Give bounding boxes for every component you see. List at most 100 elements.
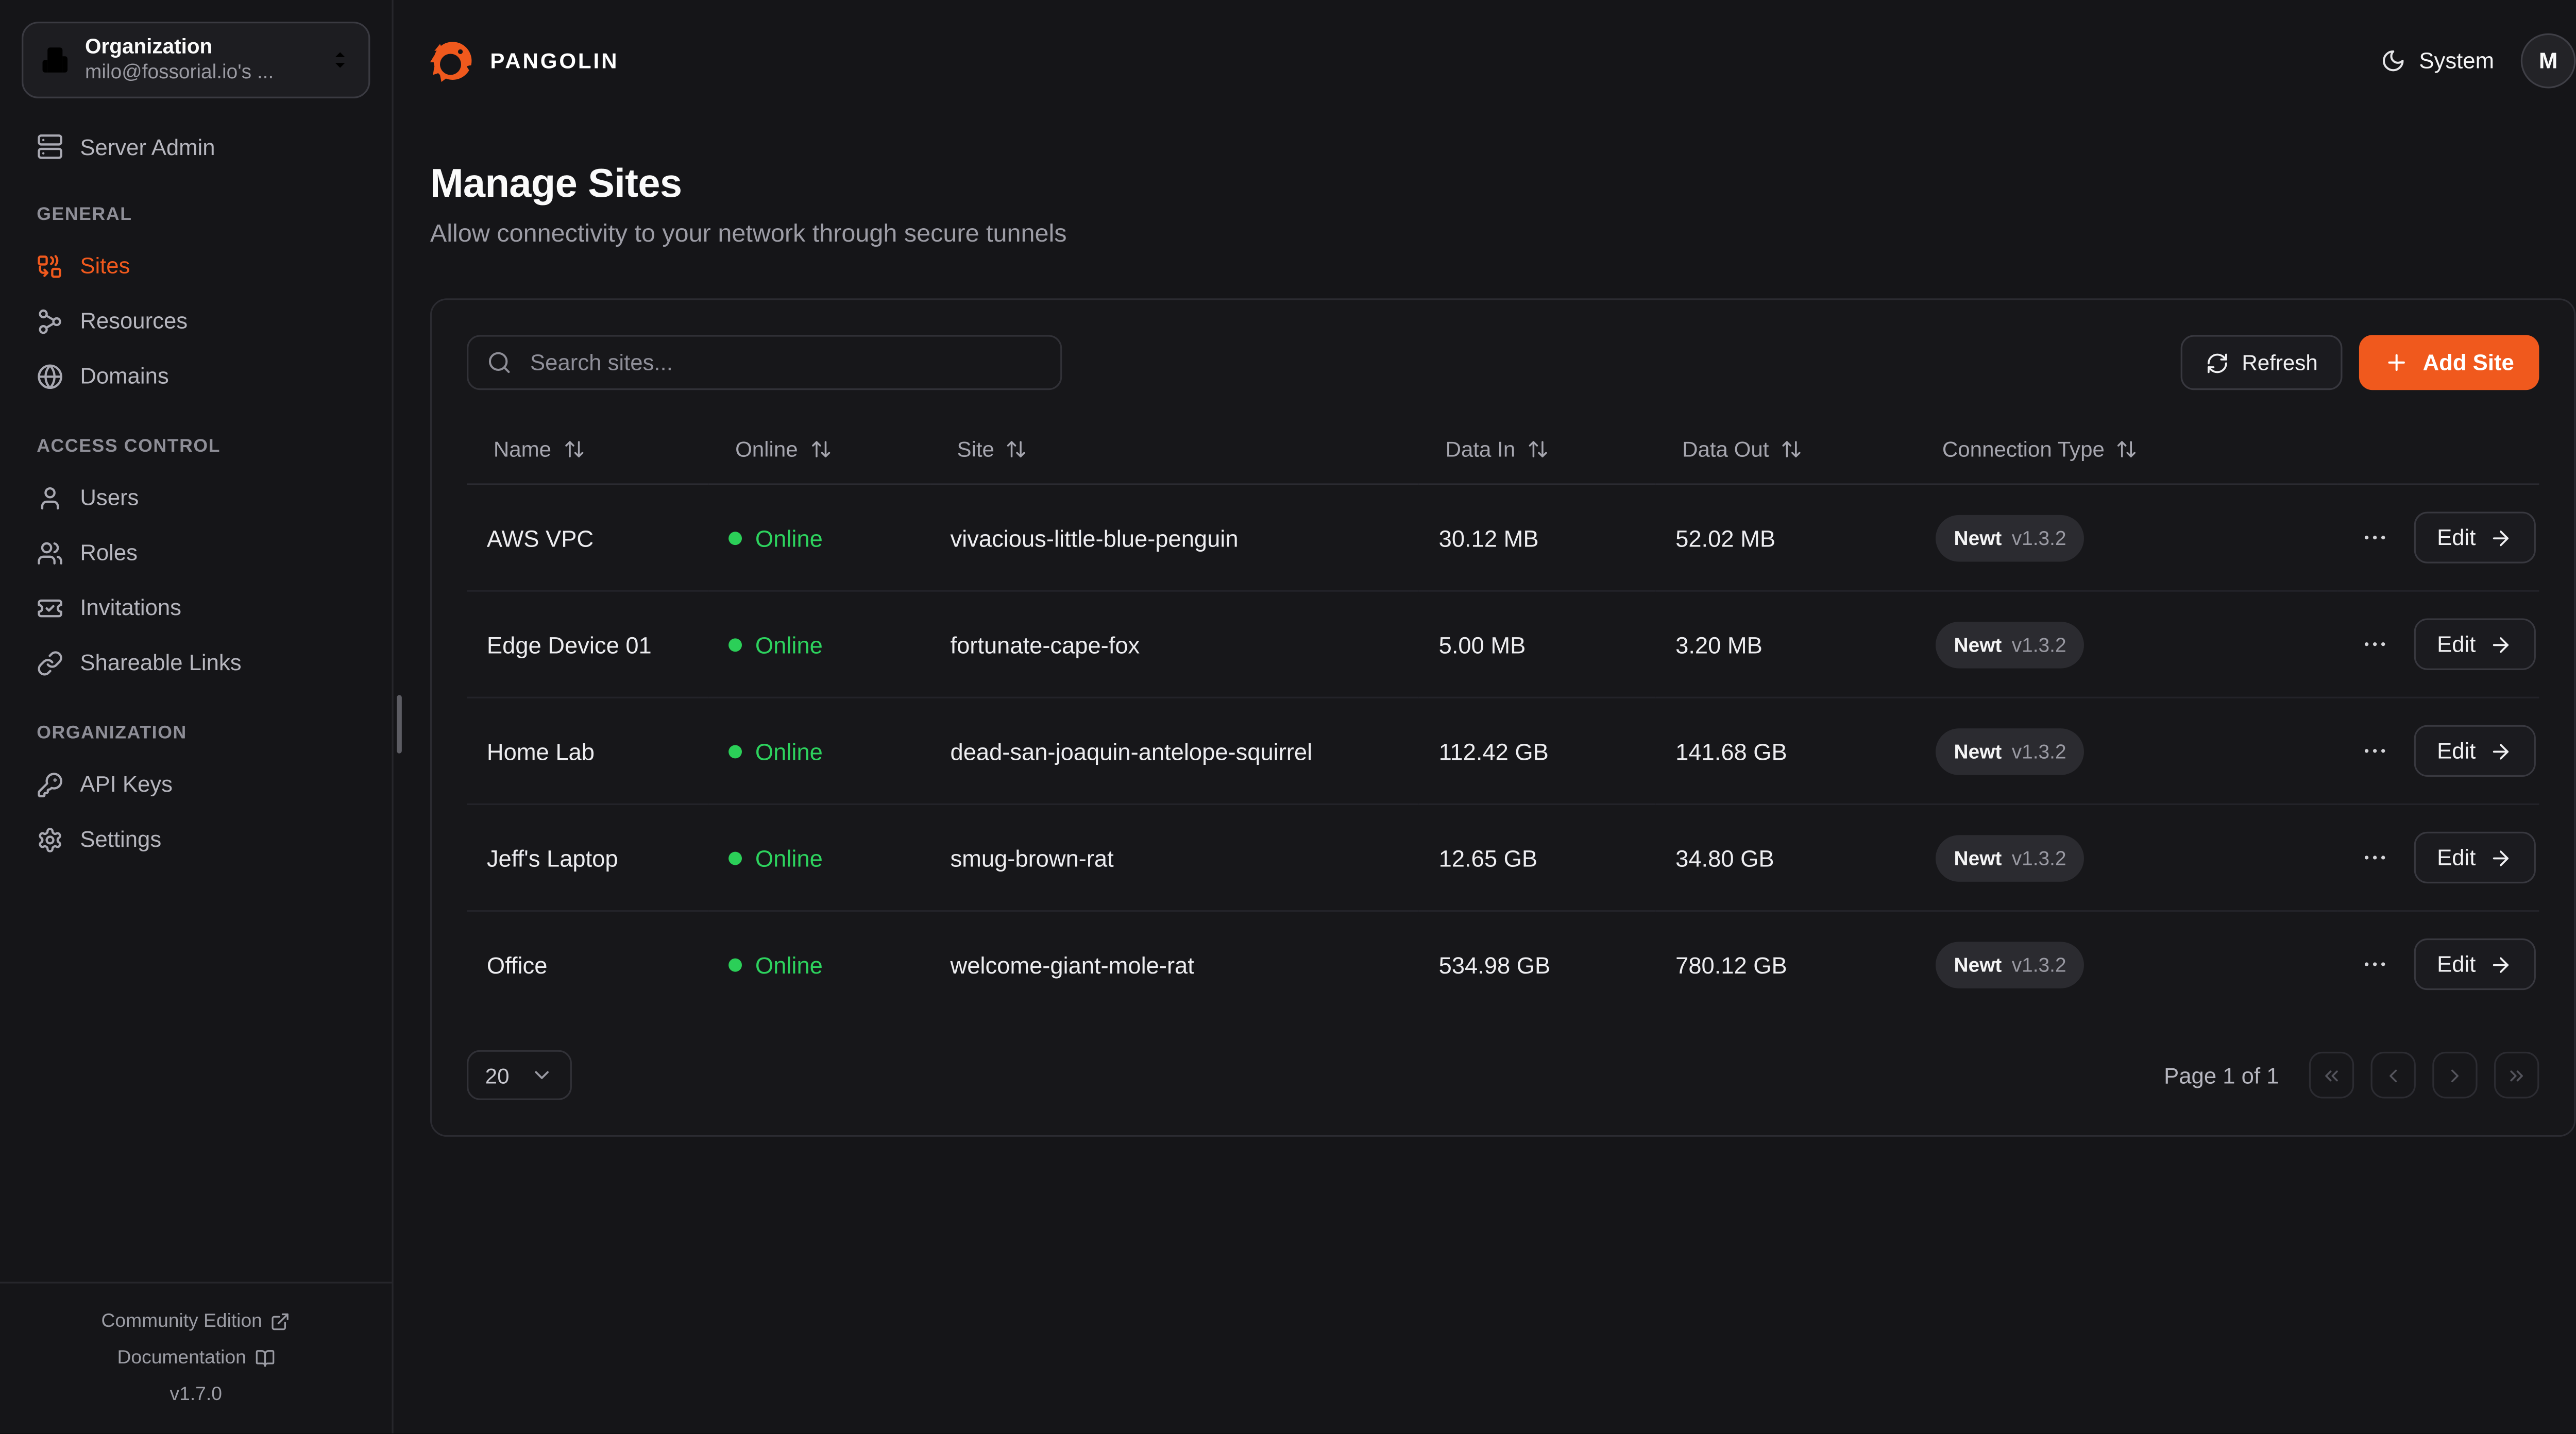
column-label: Name	[494, 437, 551, 462]
sidebar-item-users[interactable]: Users	[22, 470, 370, 525]
org-switcher-texts: Organization milo@fossorial.io's ...	[85, 35, 274, 85]
last-page-button[interactable]	[2494, 1052, 2539, 1099]
scrollbar-thumb[interactable]	[397, 695, 402, 753]
next-page-button[interactable]	[2432, 1052, 2477, 1099]
share-icon	[37, 308, 63, 334]
connection-version: v1.3.2	[2012, 841, 2066, 875]
first-page-button[interactable]	[2309, 1052, 2354, 1099]
connection-type-badge: Newtv1.3.2	[1936, 514, 2084, 561]
sidebar-item-sites[interactable]: Sites	[22, 238, 370, 294]
table-row: Jeff's Laptop Online smug-brown-rat 12.6…	[467, 804, 2539, 911]
external-link-icon	[270, 1312, 291, 1333]
edit-button[interactable]: Edit	[2414, 619, 2536, 670]
table-header-row: Name Online Site Data In Data Out Connec…	[467, 420, 2539, 484]
arrow-right-icon	[2489, 952, 2512, 976]
sidebar-item-server-admin[interactable]: Server Admin	[22, 122, 370, 172]
cell-name: Office	[467, 911, 708, 1016]
sidebar-item-shareable-links[interactable]: Shareable Links	[22, 635, 370, 690]
page-subtitle: Allow connectivity to your network throu…	[430, 220, 2576, 248]
cell-site: dead-san-joaquin-antelope-squirrel	[930, 697, 1419, 804]
brand-logo-link[interactable]: PANGOLIN	[430, 38, 619, 83]
documentation-link[interactable]: Documentation	[0, 1341, 392, 1377]
page-title: Manage Sites	[430, 162, 2576, 209]
key-icon	[37, 771, 63, 798]
online-dot-icon	[728, 638, 742, 651]
column-header-data-out[interactable]: Data Out	[1682, 437, 1916, 462]
column-header-data-in[interactable]: Data In	[1446, 437, 1656, 462]
org-switcher[interactable]: Organization milo@fossorial.io's ...	[22, 22, 370, 98]
add-site-label: Add Site	[2423, 350, 2514, 375]
sidebar-section-general: GENERAL Sites Resources Domains	[22, 205, 370, 403]
sidebar-item-invitations[interactable]: Invitations	[22, 580, 370, 635]
sidebar-footer: Community Edition Documentation v1.7.0	[0, 1283, 392, 1434]
column-header-actions	[2337, 420, 2539, 484]
edit-button[interactable]: Edit	[2414, 832, 2536, 883]
user-icon	[37, 484, 63, 511]
search-icon	[487, 350, 512, 375]
community-edition-link[interactable]: Community Edition	[0, 1304, 392, 1341]
chevrons-left-icon	[2320, 1064, 2342, 1086]
column-label: Site	[957, 437, 994, 462]
column-header-online[interactable]: Online	[735, 437, 930, 462]
topbar-right: System M	[2381, 33, 2576, 89]
sidebar-item-label: Users	[80, 485, 139, 510]
connection-name: Newt	[1954, 627, 2002, 661]
row-menu-button[interactable]	[2360, 950, 2388, 979]
row-menu-button[interactable]	[2360, 737, 2388, 765]
combine-icon	[37, 252, 63, 279]
page-size-select[interactable]: 20	[467, 1050, 572, 1100]
avatar-initial: M	[2539, 48, 2557, 74]
cell-site: vivacious-little-blue-penguin	[930, 484, 1419, 591]
pagination-buttons	[2309, 1052, 2539, 1099]
sidebar-item-roles[interactable]: Roles	[22, 525, 370, 580]
sort-icon	[1006, 438, 1028, 460]
ellipsis-icon	[2360, 630, 2388, 658]
sidebar-item-label: API Keys	[80, 772, 173, 797]
edit-button[interactable]: Edit	[2414, 938, 2536, 990]
sites-card: Refresh Add Site	[430, 298, 2576, 1137]
sidebar-item-resources[interactable]: Resources	[22, 294, 370, 349]
refresh-button[interactable]: Refresh	[2180, 335, 2343, 390]
page-info: Page 1 of 1	[2164, 1063, 2279, 1088]
avatar[interactable]: M	[2521, 33, 2576, 89]
column-label: Data Out	[1682, 437, 1769, 462]
previous-page-button[interactable]	[2371, 1052, 2416, 1099]
sort-icon	[2116, 438, 2138, 460]
row-menu-button[interactable]	[2360, 523, 2388, 552]
globe-icon	[37, 363, 63, 389]
add-site-button[interactable]: Add Site	[2360, 335, 2539, 390]
status-label: Online	[755, 734, 823, 767]
column-header-site[interactable]: Site	[957, 437, 1418, 462]
sidebar-item-settings[interactable]: Settings	[22, 812, 370, 867]
version-label: v1.7.0	[0, 1377, 392, 1414]
cell-name: Jeff's Laptop	[467, 804, 708, 911]
sidebar-item-label: Shareable Links	[80, 650, 241, 675]
search-input[interactable]	[527, 348, 1042, 377]
cell-data-in: 5.00 MB	[1419, 591, 1656, 697]
column-header-connection-type[interactable]: Connection Type	[1942, 437, 2337, 462]
row-menu-button[interactable]	[2360, 630, 2388, 658]
pangolin-logo-icon	[430, 38, 475, 83]
sidebar: Organization milo@fossorial.io's ... Ser…	[0, 0, 394, 1434]
refresh-icon	[2205, 351, 2228, 374]
row-menu-button[interactable]	[2360, 843, 2388, 872]
chevron-right-icon	[2444, 1064, 2466, 1086]
column-header-name[interactable]: Name	[494, 437, 708, 462]
edit-button[interactable]: Edit	[2414, 725, 2536, 777]
ticket-check-icon	[37, 594, 63, 621]
column-label: Connection Type	[1942, 437, 2105, 462]
status-label: Online	[755, 521, 823, 554]
table-row: Edge Device 01 Online fortunate-cape-fox…	[467, 591, 2539, 697]
connection-type-badge: Newtv1.3.2	[1936, 621, 2084, 668]
theme-toggle[interactable]: System	[2381, 48, 2494, 74]
edit-button[interactable]: Edit	[2414, 511, 2536, 563]
status-badge: Online	[728, 734, 930, 767]
cell-site: welcome-giant-mole-rat	[930, 911, 1419, 1016]
sidebar-item-api-keys[interactable]: API Keys	[22, 757, 370, 812]
connection-version: v1.3.2	[2012, 521, 2066, 554]
sidebar-item-domains[interactable]: Domains	[22, 348, 370, 403]
plus-icon	[2384, 350, 2410, 375]
ellipsis-icon	[2360, 737, 2388, 765]
online-dot-icon	[728, 744, 742, 758]
pagination: 20 Page 1 of 1	[467, 1050, 2539, 1100]
